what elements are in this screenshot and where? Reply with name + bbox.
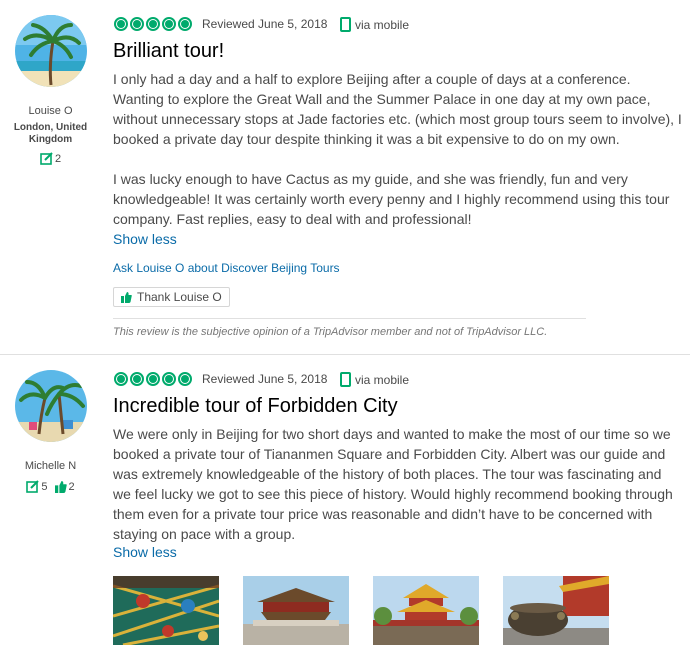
rating-bubbles: [114, 372, 192, 386]
rating-bubble-icon: [130, 17, 144, 31]
rating-bubble-icon: [146, 17, 160, 31]
review-disclaimer: This review is the subjective opinion of…: [113, 326, 548, 338]
review-card: Louise O London, United Kingdom 2 Review…: [0, 0, 690, 355]
thumbs-up-icon: [121, 291, 132, 303]
review-date: Reviewed June 5, 2018: [202, 17, 328, 31]
review-paragraph: I was lucky enough to have Cactus as my …: [113, 171, 670, 227]
review-paragraph: I only had a day and a half to explore B…: [113, 71, 682, 147]
pencil-review-icon: [40, 152, 53, 165]
rating-bubble-icon: [162, 372, 176, 386]
helpful-votes-badge: 2: [54, 481, 75, 493]
review-count-badge: 2: [40, 152, 61, 165]
helpful-count: 2: [68, 481, 75, 493]
rating-bubble-icon: [114, 372, 128, 386]
mobile-phone-icon: [340, 17, 351, 32]
thank-button-label: Thank Louise O: [137, 290, 222, 304]
avatar[interactable]: [15, 370, 87, 442]
review-photo[interactable]: [503, 576, 609, 645]
review-photo[interactable]: [243, 576, 349, 645]
bronze-vat-photo-icon: [503, 576, 609, 645]
member-location: London, United Kingdom: [13, 122, 88, 145]
rating-bubble-icon: [114, 17, 128, 31]
thumbs-up-icon: [54, 481, 67, 493]
palm-beach-avatar-icon: [15, 15, 87, 87]
avatar[interactable]: [15, 15, 87, 87]
via-mobile: via mobile: [340, 17, 409, 32]
ask-member-link[interactable]: Ask Louise O about Discover Beijing Tour…: [113, 261, 340, 275]
review-title[interactable]: Incredible tour of Forbidden City: [113, 395, 398, 418]
via-mobile-label: via mobile: [355, 17, 410, 32]
review-card: Michelle N 5 2 Reviewed June 5, 2018 via…: [0, 355, 690, 653]
review-date: Reviewed June 5, 2018: [202, 372, 328, 386]
review-count: 2: [54, 152, 62, 165]
rating-bubble-icon: [178, 17, 192, 31]
member-badges: 2: [0, 152, 101, 168]
review-count: 5: [41, 480, 48, 493]
review-body: I only had a day and a half to explore B…: [113, 69, 683, 229]
rating-bubble-icon: [162, 17, 176, 31]
divider: [113, 318, 586, 319]
hall-of-harmony-photo-icon: [243, 576, 349, 645]
rating-bubble-icon: [130, 372, 144, 386]
member-name[interactable]: Louise O: [0, 105, 101, 117]
rating-bubble-icon: [178, 372, 192, 386]
review-photos: [113, 576, 609, 645]
via-mobile: via mobile: [340, 372, 409, 387]
member-name[interactable]: Michelle N: [0, 460, 101, 472]
show-less-link[interactable]: Show less: [113, 231, 177, 247]
review-body: We were only in Beijing for two short da…: [113, 424, 683, 544]
mobile-phone-icon: [340, 372, 351, 387]
corner-tower-photo-icon: [373, 576, 479, 645]
review-paragraph: We were only in Beijing for two short da…: [113, 426, 673, 542]
palm-trees-avatar-icon: [15, 370, 87, 442]
via-mobile-label: via mobile: [355, 372, 410, 387]
show-less-link[interactable]: Show less: [113, 544, 177, 560]
review-count-badge: 5: [26, 480, 47, 493]
rating-bubbles: [114, 17, 192, 31]
review-photo[interactable]: [113, 576, 219, 645]
thank-button[interactable]: Thank Louise O: [113, 287, 230, 307]
rating-bubble-icon: [146, 372, 160, 386]
pencil-review-icon: [26, 480, 40, 493]
review-title[interactable]: Brilliant tour!: [113, 40, 224, 63]
review-photo[interactable]: [373, 576, 479, 645]
painted-ceiling-photo-icon: [113, 576, 219, 645]
member-badges: 5 2: [0, 480, 101, 496]
